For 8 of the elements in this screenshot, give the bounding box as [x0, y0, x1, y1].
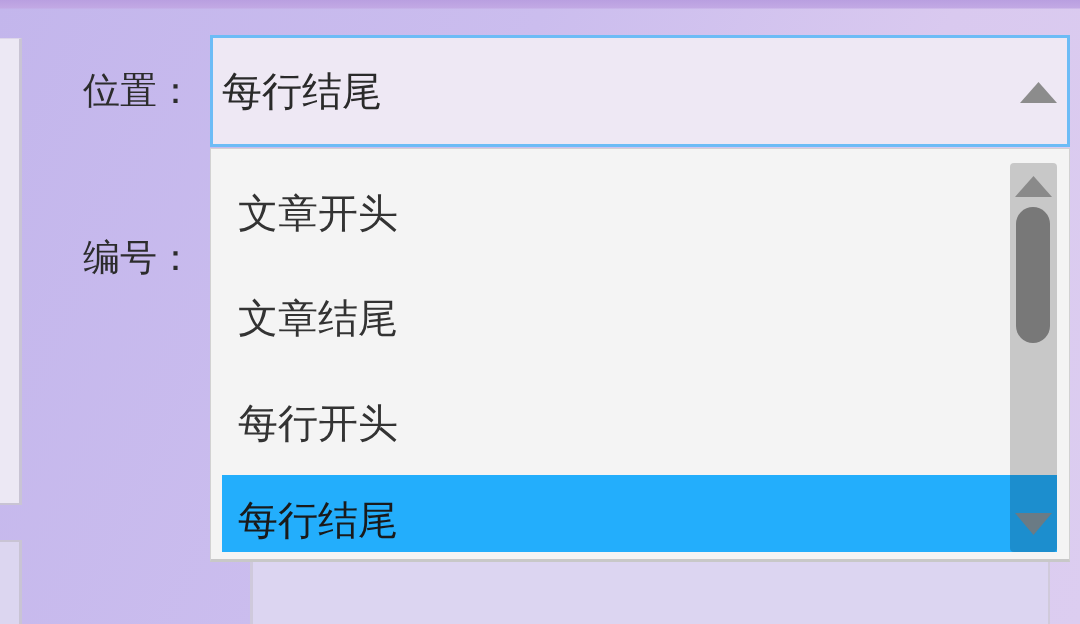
field-label: 编号： [83, 235, 195, 281]
dropdown-option[interactable]: 每行开头 [222, 370, 1010, 475]
scrollbar[interactable] [1010, 163, 1057, 552]
dropdown-option[interactable]: 文章结尾 [222, 265, 1010, 370]
input-field[interactable] [250, 562, 1050, 624]
dropdown[interactable]: 每行结尾 [210, 35, 1070, 147]
field-label: 位置： [83, 68, 195, 114]
dropdown-option[interactable]: 文章开头 [222, 160, 1010, 265]
